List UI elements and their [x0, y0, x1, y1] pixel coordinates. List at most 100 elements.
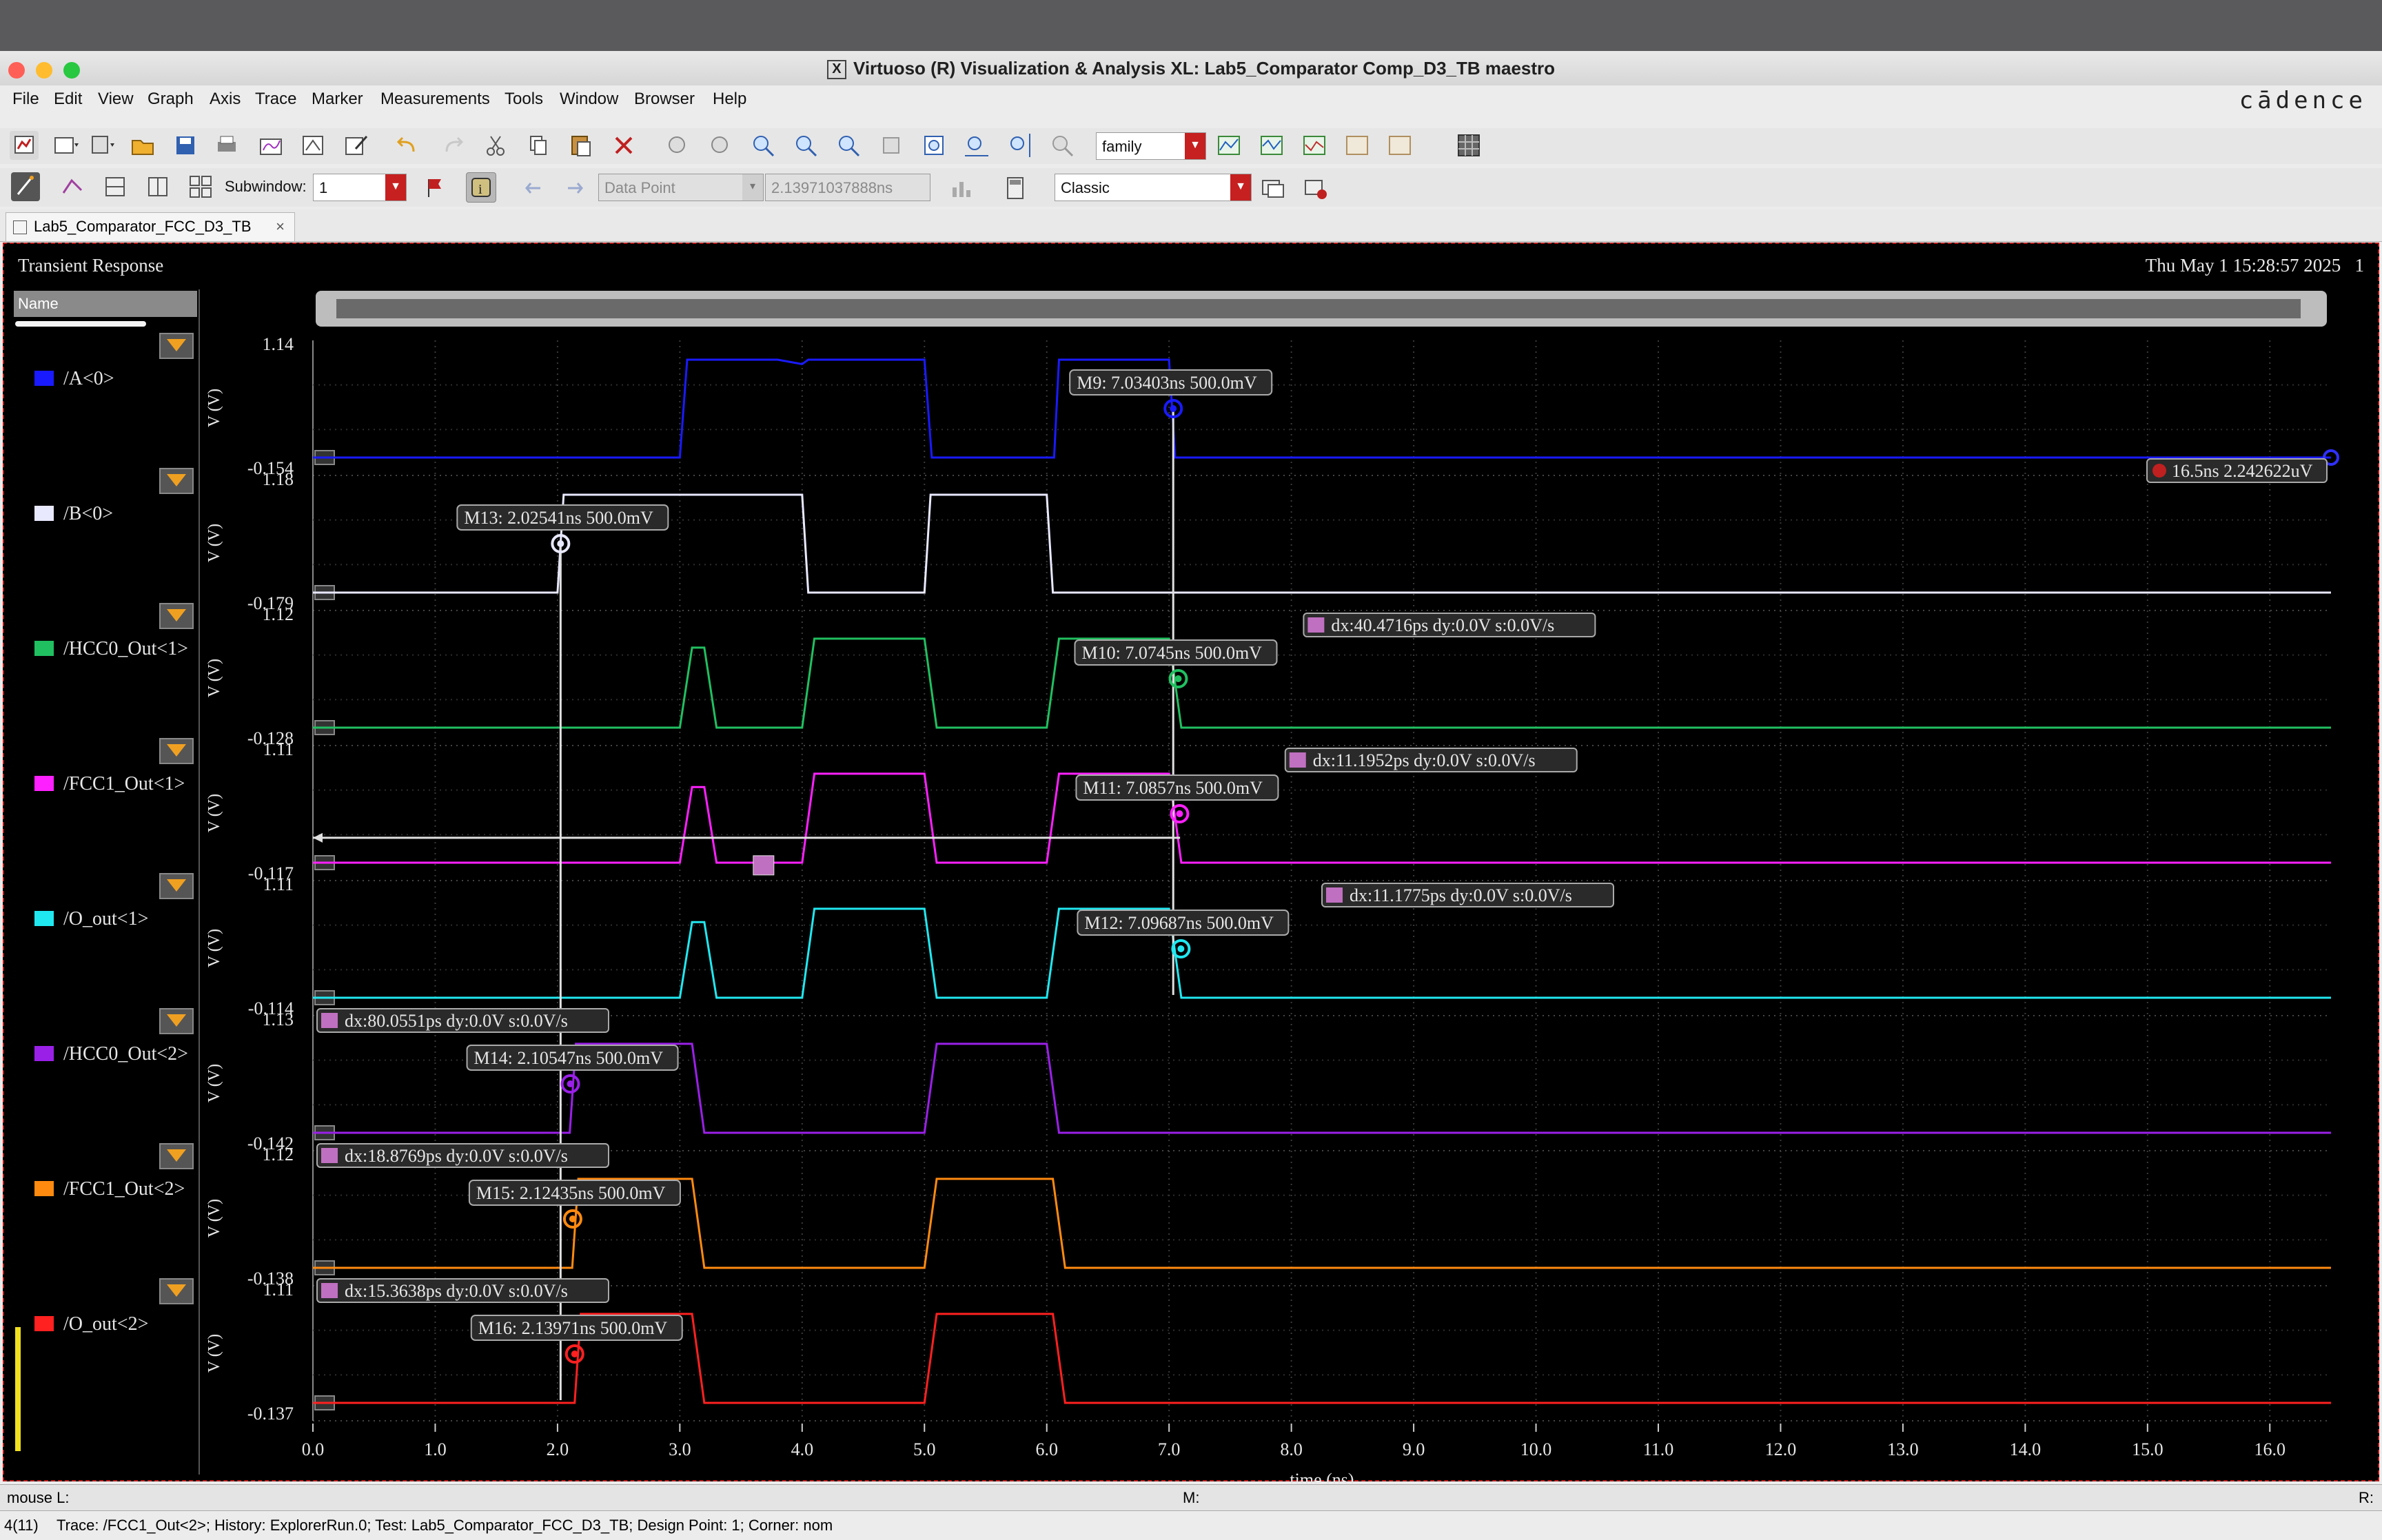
chevron-down-icon[interactable]: ▼ [1230, 174, 1251, 201]
mouse-left-label: mouse L: [7, 1489, 70, 1506]
subwindow-value: 1 [319, 179, 328, 196]
zoom-reset-icon[interactable] [1048, 131, 1077, 160]
zoom-in-icon[interactable] [749, 131, 777, 160]
calculator-icon[interactable] [1001, 174, 1030, 203]
stack-horizontal-icon[interactable] [101, 172, 130, 201]
title-bar: X Virtuoso (R) Visualization & Analysis X… [0, 51, 2382, 86]
horizontal-zoom-scrollbar[interactable] [316, 291, 2327, 327]
graph-window [3, 243, 2379, 1481]
pan-icon[interactable] [877, 131, 906, 160]
data-point-value: Data Point [604, 179, 675, 196]
legend-scroll-indicator[interactable] [15, 321, 146, 327]
window-title-wrap: X Virtuoso (R) Visualization & Analysis X… [0, 51, 2382, 85]
chart-settings-icon[interactable] [1385, 131, 1414, 160]
status-count: 4(11) [4, 1517, 39, 1534]
tab-close-icon[interactable]: × [276, 213, 285, 240]
remove-style-icon[interactable] [1301, 174, 1330, 203]
zoom-out-icon[interactable] [791, 131, 820, 160]
delete-icon[interactable] [609, 131, 638, 160]
menu-trace[interactable]: Trace [255, 85, 296, 113]
new-window-icon[interactable] [10, 131, 39, 160]
menu-browser[interactable]: Browser [634, 85, 695, 113]
zoom-x-icon[interactable] [834, 131, 863, 160]
redo-icon[interactable] [438, 131, 467, 160]
tile-grid-icon[interactable] [186, 172, 215, 201]
chevron-down-icon[interactable]: ▼ [1185, 133, 1205, 159]
paste-icon[interactable] [567, 131, 596, 160]
next-point-icon[interactable] [561, 174, 590, 203]
tab-lab5-comparator[interactable]: Lab5_Comparator_FCC_D3_TB × [6, 212, 295, 241]
legend-header: Name [14, 291, 197, 317]
menu-axis[interactable]: Axis [210, 85, 241, 113]
marker-mode-icon[interactable] [58, 172, 87, 201]
previous-point-icon[interactable] [520, 174, 549, 203]
zoom-region-y-icon[interactable] [1005, 131, 1034, 160]
x11-icon: X [826, 60, 846, 80]
zoom-region-x-icon[interactable] [962, 131, 991, 160]
composite-chart-icon[interactable] [1257, 131, 1286, 160]
corner-number: 1 [2354, 255, 2365, 276]
export-image-icon[interactable] [299, 131, 328, 160]
toolbar-secondary: Subwindow: 1 ▼ i Data Point ▾ 2.13971037… [0, 168, 2382, 207]
trace-family-value: family [1102, 138, 1142, 155]
save-dropdown-icon[interactable] [87, 131, 116, 160]
time-value: 2.13971037888ns [771, 179, 893, 196]
tab-label: Lab5_Comparator_FCC_D3_TB [34, 218, 252, 235]
zoom-fit-icon[interactable] [663, 131, 692, 160]
trace-legend: Name [12, 289, 200, 1475]
print-window-icon[interactable] [256, 131, 285, 160]
menu-tools[interactable]: Tools [505, 85, 543, 113]
menu-file[interactable]: File [12, 85, 39, 113]
menu-edit[interactable]: Edit [54, 85, 82, 113]
graph-window-icon [13, 220, 27, 235]
status-bar: 4(11) Trace: /FCC1_Out<2>; History: Expl… [0, 1510, 2382, 1540]
trace-family-select[interactable]: family ▼ [1096, 132, 1206, 160]
strip-chart-icon[interactable] [1214, 131, 1243, 160]
grid-toggle-icon[interactable] [1454, 131, 1483, 160]
plot-datetime: Thu May 1 15:28:57 2025 1 [2146, 255, 2364, 276]
info-icon[interactable]: i [466, 172, 496, 203]
save-icon[interactable] [171, 131, 200, 160]
mouse-bindings-bar: mouse L: M: R: [0, 1484, 2382, 1511]
overlay-chart-icon[interactable] [1300, 131, 1329, 160]
menu-graph[interactable]: Graph [147, 85, 194, 113]
datetime-text: Thu May 1 15:28:57 2025 [2145, 255, 2341, 276]
undo-icon[interactable] [393, 131, 422, 160]
menu-measurements[interactable]: Measurements [380, 85, 490, 113]
cadence-logo: cādence [2239, 87, 2367, 114]
menu-view[interactable]: View [98, 85, 134, 113]
subwindow-select[interactable]: 1 ▼ [313, 174, 407, 201]
zoom-box-icon[interactable] [919, 131, 948, 160]
svg-text:i: i [478, 182, 482, 197]
zoom-fit-y-icon[interactable] [706, 131, 735, 160]
apply-style-icon[interactable] [1259, 174, 1287, 203]
style-select[interactable]: Classic ▼ [1055, 174, 1252, 201]
print-icon[interactable] [212, 131, 241, 160]
edit-graph-icon[interactable] [342, 131, 371, 160]
application-window: X Virtuoso (R) Visualization & Analysis X… [0, 0, 2382, 1540]
open-folder-icon[interactable] [128, 131, 157, 160]
menu-help[interactable]: Help [713, 85, 746, 113]
toolbar-main: family ▼ [0, 128, 2382, 164]
mouse-middle-label: M: [1183, 1489, 1200, 1506]
subwindow-dropdown-icon[interactable] [51, 131, 80, 160]
chevron-down-icon[interactable]: ▼ [385, 174, 406, 201]
style-value: Classic [1061, 179, 1110, 196]
chart-options-icon[interactable] [1343, 131, 1372, 160]
menu-bar: File Edit View Graph Axis Trace Marker M… [0, 85, 2382, 114]
mouse-right-label: R: [2359, 1489, 2374, 1506]
plot-title: Transient Response [18, 255, 164, 276]
desktop-background [0, 0, 2382, 51]
menu-window[interactable]: Window [560, 85, 618, 113]
flag-icon[interactable] [420, 174, 449, 203]
chevron-down-icon[interactable]: ▾ [742, 174, 763, 201]
cut-icon[interactable] [481, 131, 510, 160]
menu-marker[interactable]: Marker [312, 85, 363, 113]
window-title: Virtuoso (R) Visualization & Analysis XL… [853, 58, 1556, 79]
time-value-field[interactable]: 2.13971037888ns [765, 174, 930, 201]
copy-icon[interactable] [524, 131, 553, 160]
stack-vertical-icon[interactable] [143, 172, 172, 201]
selection-pointer-icon[interactable] [11, 172, 40, 201]
data-point-select[interactable]: Data Point ▾ [598, 174, 764, 201]
histogram-icon[interactable] [947, 174, 976, 203]
